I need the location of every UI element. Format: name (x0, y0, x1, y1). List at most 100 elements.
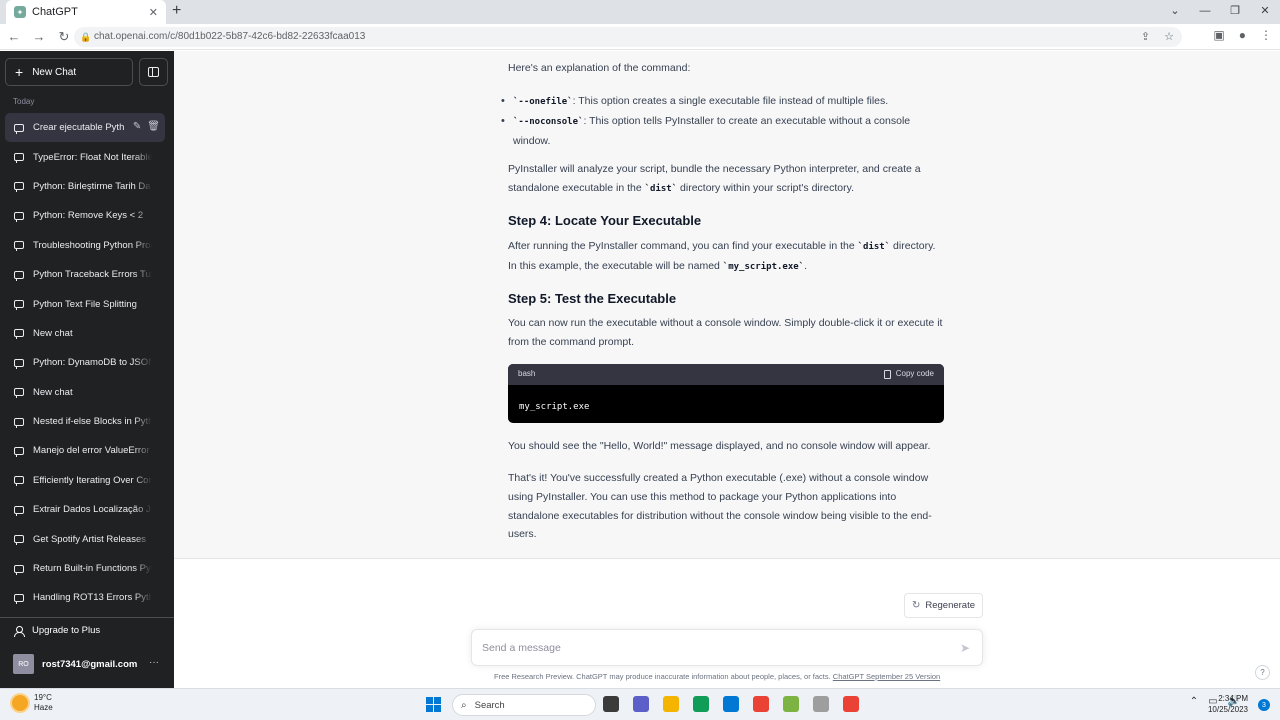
paragraph-text: directory within your script's directory… (677, 181, 854, 194)
chat-item[interactable]: Crear ejecutable Pyth ✎ 🗑 (5, 113, 165, 143)
reload-icon[interactable]: ↻ (53, 29, 75, 45)
edit-icon[interactable]: ✎ (133, 121, 141, 132)
more-options-icon[interactable]: ··· (149, 657, 159, 668)
inline-code: `dist` (857, 242, 891, 252)
chat-item[interactable]: Nested if-else Blocks in Pyth (5, 407, 165, 436)
refresh-icon: ↻ (911, 600, 921, 611)
menu-icon[interactable]: ⋮ (1260, 28, 1272, 42)
chat-item[interactable]: TypeError: Float Not Iterable (5, 142, 165, 171)
edge-browser-icon[interactable] (693, 696, 709, 712)
chat-item[interactable]: Return Built-in Functions Pyt (5, 554, 165, 583)
chat-item[interactable]: Extrair Dados Localização JS (5, 495, 165, 524)
minimize-icon[interactable]: — (1190, 0, 1220, 24)
clipboard-icon (883, 369, 891, 379)
notification-badge[interactable]: 3 (1258, 699, 1270, 711)
weather-widget[interactable]: 19°C Haze (12, 693, 53, 713)
url-bar[interactable]: 🔒 chat.openai.com/c/80d1b022-5b87-42c6-b… (74, 27, 1182, 47)
inline-code: `dist` (644, 183, 678, 194)
chat-item[interactable]: Handling ROT13 Errors Pytho (5, 583, 165, 612)
message-input[interactable] (482, 639, 942, 657)
chat-bubble-icon (14, 476, 24, 487)
paragraph: You should see the "Hello, World!" messa… (508, 440, 931, 452)
windows-start-icon[interactable] (426, 697, 441, 712)
chat-item[interactable]: Manejo del error ValueError (5, 436, 165, 465)
teams-chat-icon[interactable] (633, 696, 649, 712)
browser-tab[interactable]: ✦ ChatGPT ✕ (6, 0, 166, 24)
chat-bubble-icon (14, 446, 24, 457)
chrome-icon[interactable] (753, 696, 769, 712)
version-link[interactable]: ChatGPT September 25 Version (833, 672, 940, 681)
toggle-sidebar-button[interactable] (139, 58, 168, 86)
notepad-icon[interactable] (783, 696, 799, 712)
chrome-active-icon[interactable] (843, 696, 859, 712)
side-panel-icon[interactable]: ▣ (1213, 28, 1224, 42)
file-explorer-icon[interactable] (663, 696, 679, 712)
close-window-icon[interactable]: ✕ (1250, 0, 1280, 24)
chat-item-label: Python: DynamoDB to JSON (33, 357, 152, 369)
upgrade-button[interactable]: Upgrade to Plus (14, 625, 100, 637)
lock-icon: 🔒 (80, 32, 92, 42)
share-icon[interactable]: ⇪ (1141, 27, 1150, 47)
paragraph-text: After running the PyInstaller command, y… (508, 240, 858, 252)
help-button[interactable]: ? (1255, 665, 1270, 680)
forward-icon[interactable]: → (28, 29, 50, 44)
chat-item-label: Python Text File Splitting (33, 298, 137, 310)
code-header: bash Copy code (508, 364, 944, 385)
chat-item[interactable]: Python Traceback Errors Tut (5, 260, 165, 289)
new-chat-button[interactable]: + New Chat (5, 58, 133, 86)
chat-bubble-icon (14, 505, 24, 516)
back-icon[interactable]: ← (3, 29, 25, 44)
tab-search-icon[interactable]: ⌄ (1160, 0, 1190, 24)
chat-item[interactable]: Python: Remove Keys < 2 (5, 201, 165, 230)
store-icon[interactable] (723, 696, 739, 712)
chat-item[interactable]: Get Spotify Artist Releases (5, 524, 165, 553)
task-view-icon[interactable] (603, 696, 619, 712)
weather-condition: Haze (34, 703, 53, 712)
trash-icon[interactable]: 🗑 (147, 121, 160, 132)
paragraph: You can now run the executable without a… (508, 317, 943, 348)
sidebar-divider (0, 617, 174, 618)
copy-code-button[interactable]: Copy code (883, 365, 934, 384)
paragraph: That's it! You've successfully created a… (508, 472, 932, 541)
send-icon[interactable]: ➤ (960, 641, 970, 655)
account-button[interactable]: RO rost7341@gmail.com (13, 654, 137, 674)
chat-item-label: Python: Remove Keys < 2 (33, 210, 144, 222)
chevron-up-icon[interactable]: ⌃ (1190, 696, 1198, 707)
chat-bubble-icon (14, 417, 24, 428)
new-chat-label: New Chat (32, 66, 77, 78)
chat-item-label: Get Spotify Artist Releases (33, 533, 146, 545)
bookmark-star-icon[interactable]: ☆ (1164, 27, 1174, 47)
close-tab-icon[interactable]: ✕ (149, 6, 158, 19)
message-composer: ➤ (471, 629, 983, 666)
inline-code: `my_script.exe` (722, 261, 805, 272)
inline-code: `--onefile` (513, 97, 573, 107)
app-icon[interactable] (813, 696, 829, 712)
code-block: bash Copy code my_script.exe (508, 364, 944, 423)
regenerate-label: Regenerate (925, 600, 976, 611)
taskbar-search[interactable]: ⌕ Search (452, 694, 596, 716)
chat-item[interactable]: New chat (5, 378, 165, 407)
chat-item[interactable]: Troubleshooting Python Prog (5, 231, 165, 260)
chat-item-label: New chat (33, 386, 73, 398)
chat-item-label: Python Traceback Errors Tut (33, 269, 152, 281)
chat-bubble-icon (14, 270, 24, 281)
chat-item[interactable]: Python Text File Splitting (5, 289, 165, 318)
assistant-message: Here's an explanation of the command: `-… (174, 51, 1280, 559)
chat-item[interactable]: Python: Birleştirme Tarih Da (5, 172, 165, 201)
options-list: `--onefile`: This option creates a singl… (501, 92, 944, 150)
regenerate-button[interactable]: ↻ Regenerate (904, 593, 983, 618)
restore-icon[interactable]: ❐ (1220, 0, 1250, 24)
chat-bubble-icon (14, 182, 24, 193)
chat-item[interactable]: New chat (5, 319, 165, 348)
chat-bubble-icon (14, 123, 24, 134)
clock[interactable]: 2:34 PM 10/25/2023 (1208, 693, 1248, 715)
new-tab-icon[interactable]: + (172, 2, 181, 20)
step4-heading: Step 4: Locate Your Executable (508, 213, 702, 228)
weather-sun-icon (12, 695, 28, 711)
profile-icon[interactable]: ● (1239, 28, 1246, 42)
chat-item[interactable]: Efficiently Iterating Over Con (5, 466, 165, 495)
chat-item-label: Return Built-in Functions Pyt (33, 563, 152, 575)
disclaimer-text: Free Research Preview. ChatGPT may produ… (494, 672, 833, 681)
chat-item-label: Manejo del error ValueError (33, 445, 150, 457)
chat-item[interactable]: Python: DynamoDB to JSON (5, 348, 165, 377)
